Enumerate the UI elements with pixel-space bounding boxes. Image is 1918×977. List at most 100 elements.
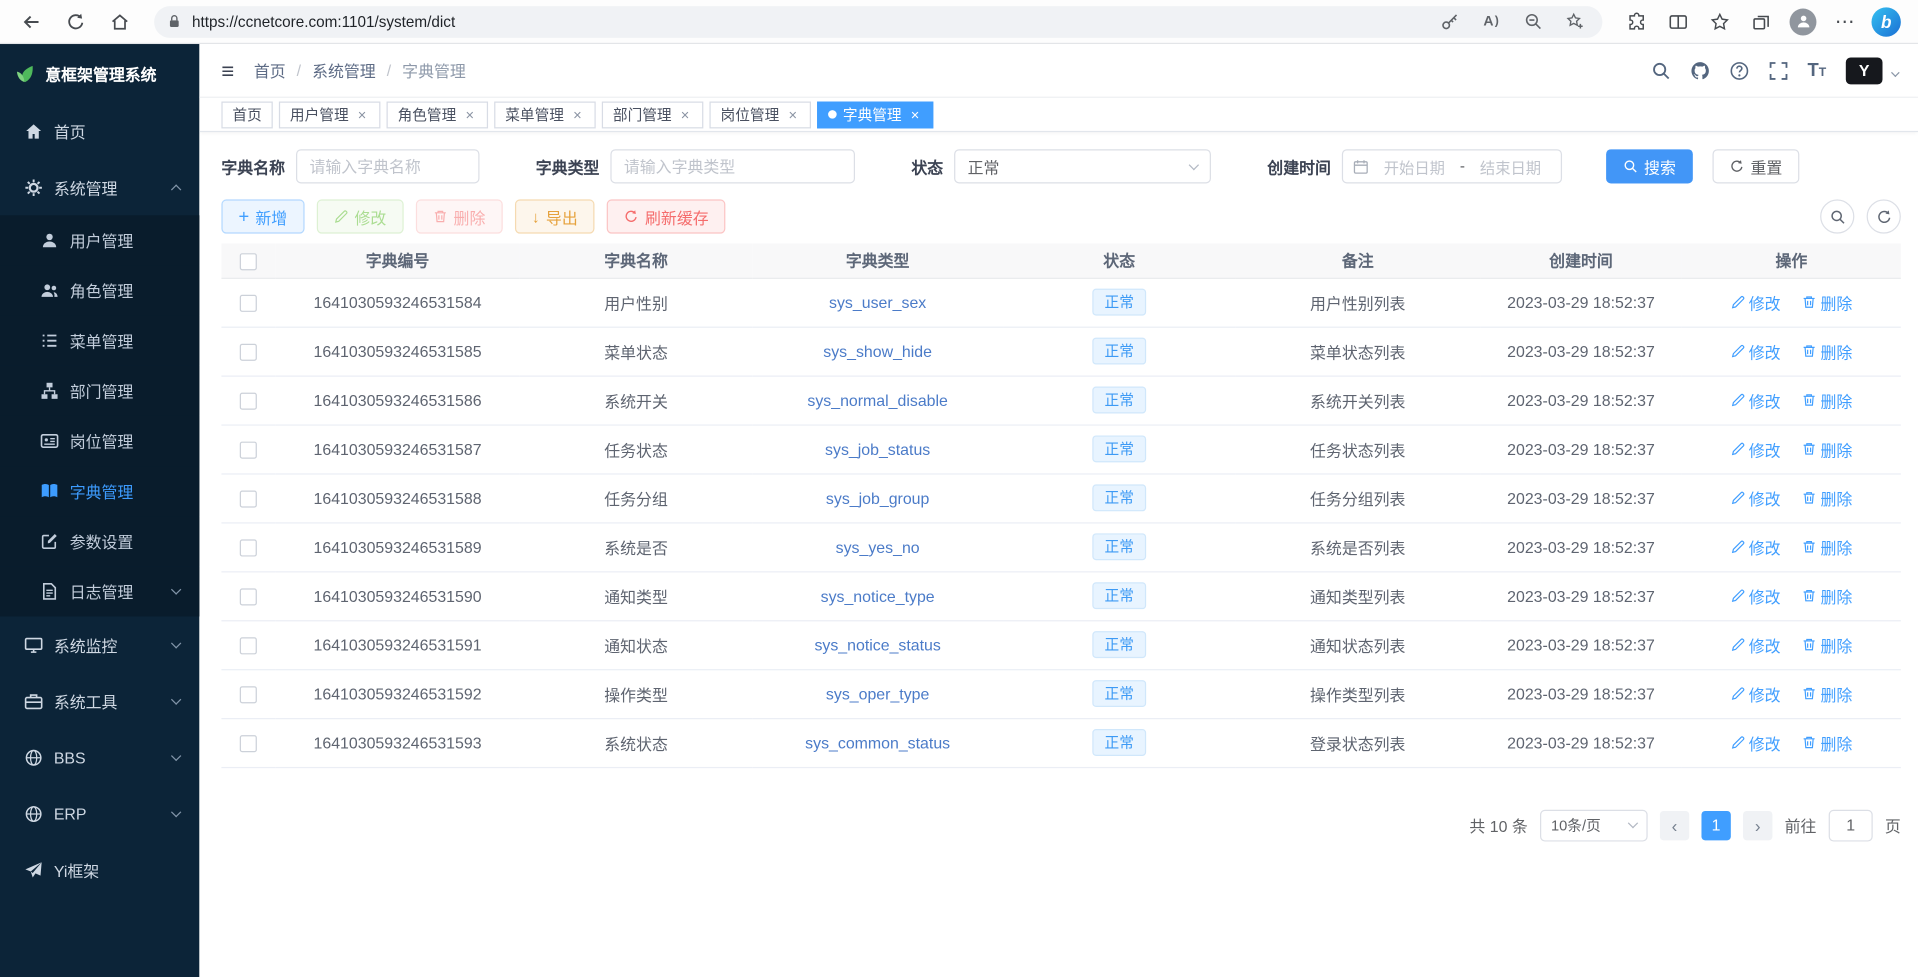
sidebar-item-menu-mgmt[interactable]: 菜单管理 xyxy=(0,316,199,366)
sidebar-item-log-mgmt[interactable]: 日志管理 xyxy=(0,566,199,616)
row-checkbox[interactable] xyxy=(240,343,257,360)
refresh-table-button[interactable] xyxy=(1867,199,1901,233)
user-avatar[interactable]: Y xyxy=(1846,57,1883,84)
sidebar-item-post-mgmt[interactable]: 岗位管理 xyxy=(0,416,199,466)
row-edit-link[interactable]: 修改 xyxy=(1730,388,1780,411)
sidebar-item-param-settings[interactable]: 参数设置 xyxy=(0,516,199,566)
dict-type-input[interactable] xyxy=(610,149,855,183)
row-delete-link[interactable]: 删除 xyxy=(1802,437,1852,460)
browser-menu-icon[interactable]: ⋯ xyxy=(1825,4,1864,38)
favorites-icon[interactable] xyxy=(1700,4,1739,38)
dict-type-link[interactable]: sys_user_sex xyxy=(829,293,926,311)
row-checkbox[interactable] xyxy=(240,686,257,703)
address-bar[interactable]: https://ccnetcore.com:1101/system/dict A xyxy=(154,6,1602,38)
close-icon[interactable]: × xyxy=(570,107,585,122)
collections-icon[interactable] xyxy=(1742,4,1781,38)
row-checkbox[interactable] xyxy=(240,392,257,409)
row-edit-link[interactable]: 修改 xyxy=(1730,339,1780,362)
row-delete-link[interactable]: 删除 xyxy=(1802,339,1852,362)
sidebar-item-role-mgmt[interactable]: 角色管理 xyxy=(0,265,199,315)
profile-avatar[interactable] xyxy=(1783,4,1822,38)
dict-type-link[interactable]: sys_job_status xyxy=(825,440,930,458)
password-key-icon[interactable] xyxy=(1434,7,1466,36)
sidebar-toggle-icon[interactable]: ≡ xyxy=(221,59,234,81)
back-icon[interactable] xyxy=(12,4,51,38)
reset-button[interactable]: 重置 xyxy=(1713,149,1800,183)
add-favorite-icon[interactable] xyxy=(1558,7,1590,36)
page-size-select[interactable]: 10条/页 xyxy=(1540,809,1648,841)
row-checkbox[interactable] xyxy=(240,735,257,752)
dict-type-link[interactable]: sys_yes_no xyxy=(836,538,920,556)
edit-button[interactable]: 修改 xyxy=(317,199,404,233)
split-screen-icon[interactable] xyxy=(1659,4,1698,38)
tab-post-mgmt[interactable]: 岗位管理 × xyxy=(710,101,812,128)
sidebar-item-erp[interactable]: ERP xyxy=(0,785,199,841)
select-all-checkbox[interactable] xyxy=(240,253,257,270)
extensions-icon[interactable] xyxy=(1617,4,1656,38)
row-edit-link[interactable]: 修改 xyxy=(1730,535,1780,558)
fullscreen-icon[interactable] xyxy=(1768,61,1788,81)
breadcrumb-home[interactable]: 首页 xyxy=(254,59,286,82)
tab-dept-mgmt[interactable]: 部门管理 × xyxy=(602,101,704,128)
dict-type-link[interactable]: sys_job_group xyxy=(826,489,929,507)
row-edit-link[interactable]: 修改 xyxy=(1730,291,1780,314)
row-delete-link[interactable]: 删除 xyxy=(1802,388,1852,411)
row-checkbox[interactable] xyxy=(240,637,257,654)
add-button[interactable]: + 新增 xyxy=(221,199,304,233)
tab-user-mgmt[interactable]: 用户管理 × xyxy=(279,101,381,128)
search-icon[interactable] xyxy=(1651,61,1671,81)
row-checkbox[interactable] xyxy=(240,588,257,605)
close-icon[interactable]: × xyxy=(462,107,477,122)
row-delete-link[interactable]: 删除 xyxy=(1802,731,1852,754)
browser-home-icon[interactable] xyxy=(100,4,139,38)
zoom-out-icon[interactable] xyxy=(1517,7,1549,36)
row-delete-link[interactable]: 删除 xyxy=(1802,535,1852,558)
dict-type-link[interactable]: sys_show_hide xyxy=(823,342,932,360)
reload-icon[interactable] xyxy=(56,4,95,38)
close-icon[interactable]: × xyxy=(908,107,923,122)
row-delete-link[interactable]: 删除 xyxy=(1802,633,1852,656)
goto-page-input[interactable] xyxy=(1829,809,1873,841)
row-delete-link[interactable]: 删除 xyxy=(1802,584,1852,607)
sidebar-item-user-mgmt[interactable]: 用户管理 xyxy=(0,215,199,265)
row-checkbox[interactable] xyxy=(240,441,257,458)
row-edit-link[interactable]: 修改 xyxy=(1730,682,1780,705)
close-icon[interactable]: × xyxy=(785,107,800,122)
tab-menu-mgmt[interactable]: 菜单管理 × xyxy=(494,101,596,128)
prev-page-button[interactable]: ‹ xyxy=(1660,810,1689,839)
dict-type-link[interactable]: sys_oper_type xyxy=(826,684,929,702)
sidebar-item-system-mgmt[interactable]: 系统管理 xyxy=(0,159,199,215)
sidebar-item-bbs[interactable]: BBS xyxy=(0,729,199,785)
row-delete-link[interactable]: 删除 xyxy=(1802,682,1852,705)
row-delete-link[interactable]: 删除 xyxy=(1802,486,1852,509)
row-edit-link[interactable]: 修改 xyxy=(1730,437,1780,460)
tab-home[interactable]: 首页 xyxy=(221,101,272,128)
refresh-cache-button[interactable]: 刷新缓存 xyxy=(607,199,726,233)
sidebar-item-tools[interactable]: 系统工具 xyxy=(0,673,199,729)
delete-button[interactable]: 删除 xyxy=(416,199,503,233)
bing-icon[interactable]: b xyxy=(1867,4,1906,38)
question-icon[interactable] xyxy=(1729,61,1749,81)
row-edit-link[interactable]: 修改 xyxy=(1730,584,1780,607)
export-button[interactable]: ↓ 导出 xyxy=(515,199,595,233)
status-select[interactable]: 正常 xyxy=(954,149,1211,183)
dict-type-link[interactable]: sys_notice_type xyxy=(821,587,935,605)
dict-type-link[interactable]: sys_notice_status xyxy=(814,635,940,653)
dict-name-input[interactable] xyxy=(296,149,479,183)
close-icon[interactable]: × xyxy=(678,107,693,122)
sidebar-item-dept-mgmt[interactable]: 部门管理 xyxy=(0,366,199,416)
dict-type-link[interactable]: sys_normal_disable xyxy=(807,391,948,409)
tab-dict-mgmt[interactable]: 字典管理 × xyxy=(817,101,933,128)
sidebar-item-yi-framework[interactable]: Yi框架 xyxy=(0,842,199,898)
dict-type-link[interactable]: sys_common_status xyxy=(805,733,950,751)
page-1-button[interactable]: 1 xyxy=(1701,810,1730,839)
read-aloud-icon[interactable]: A xyxy=(1475,7,1507,36)
search-button[interactable]: 搜索 xyxy=(1606,149,1693,183)
app-logo[interactable]: 意框架管理系统 xyxy=(0,44,199,103)
row-checkbox[interactable] xyxy=(240,295,257,312)
row-delete-link[interactable]: 删除 xyxy=(1802,291,1852,314)
date-range-picker[interactable]: 开始日期 - 结束日期 xyxy=(1342,149,1562,183)
row-checkbox[interactable] xyxy=(240,490,257,507)
sidebar-item-home[interactable]: 首页 xyxy=(0,103,199,159)
font-size-icon[interactable] xyxy=(1808,60,1827,81)
